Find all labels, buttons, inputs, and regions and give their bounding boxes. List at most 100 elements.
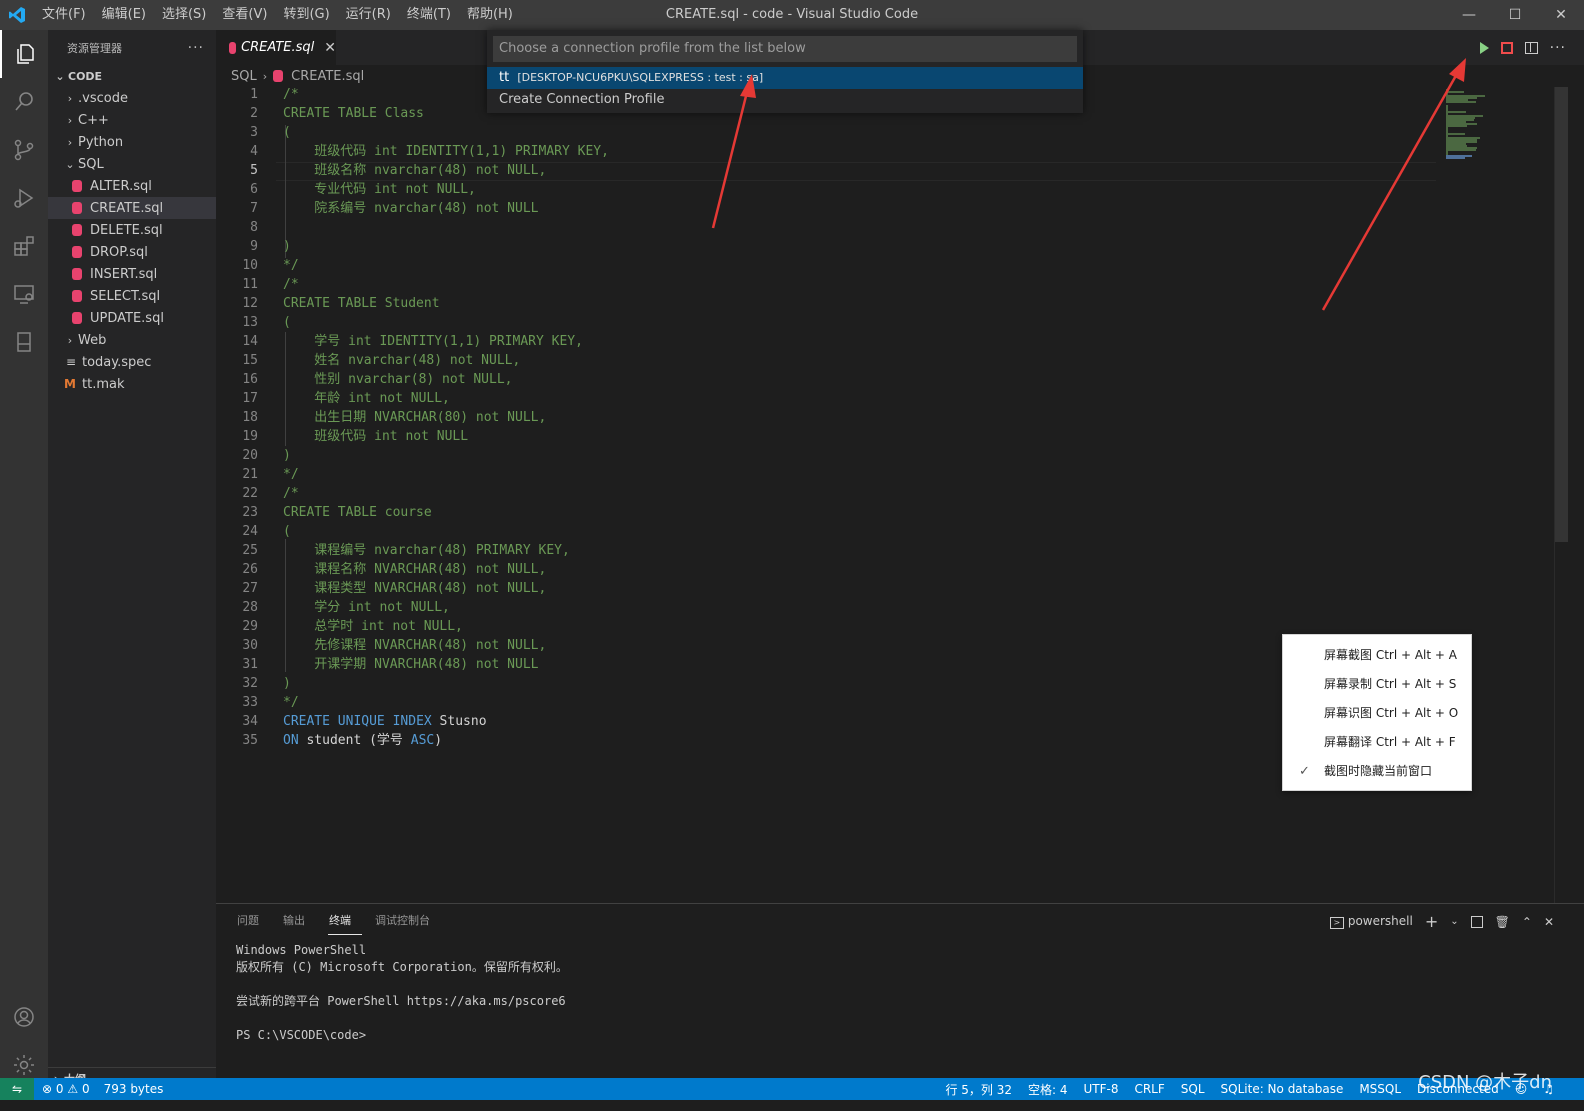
code-line[interactable]: 19 班级代码 int not NULL bbox=[216, 427, 1436, 446]
explorer-icon[interactable] bbox=[0, 30, 48, 78]
close-window-icon[interactable]: ✕ bbox=[1538, 0, 1584, 30]
run-query-icon[interactable] bbox=[1479, 41, 1489, 54]
split-editor-icon[interactable] bbox=[1524, 41, 1538, 54]
code-line[interactable]: 28 学分 int not NULL, bbox=[216, 598, 1436, 617]
language-mode[interactable]: SQL bbox=[1181, 1082, 1205, 1096]
new-terminal-icon[interactable]: + bbox=[1425, 912, 1438, 931]
code-line[interactable]: 10 */ bbox=[216, 256, 1436, 275]
tree-file-tt-mak[interactable]: M tt.mak bbox=[48, 373, 216, 395]
tree-folder-python[interactable]: › Python bbox=[48, 131, 216, 153]
indentation[interactable]: 空格: 4 bbox=[1028, 1081, 1068, 1098]
code-line[interactable]: 4 班级代码 int IDENTITY(1,1) PRIMARY KEY, bbox=[216, 142, 1436, 161]
tab-terminal[interactable]: 终端 bbox=[328, 912, 362, 935]
chevron-down-icon[interactable]: ⌄ bbox=[1450, 916, 1458, 927]
more-actions-icon[interactable]: ··· bbox=[1550, 40, 1566, 56]
code-line[interactable]: 15 姓名 nvarchar(48) not NULL, bbox=[216, 351, 1436, 370]
terminal-selector[interactable]: > powershell bbox=[1329, 914, 1413, 929]
account-icon[interactable] bbox=[0, 993, 48, 1041]
menu-item-screenshot[interactable]: 屏幕截图 Ctrl + Alt + A bbox=[1283, 641, 1473, 670]
code-line[interactable]: 31 开课学期 NVARCHAR(48) not NULL bbox=[216, 655, 1436, 674]
code-line[interactable]: 21 */ bbox=[216, 465, 1436, 484]
run-debug-icon[interactable] bbox=[0, 174, 48, 222]
code-line[interactable]: 17 年龄 int not NULL, bbox=[216, 389, 1436, 408]
code-line[interactable]: 3( bbox=[216, 123, 1436, 142]
code-line[interactable]: 20) bbox=[216, 446, 1436, 465]
code-line[interactable]: 9) bbox=[216, 237, 1436, 256]
code-line[interactable]: 34 CREATE UNIQUE INDEX Stusno bbox=[216, 712, 1436, 731]
tree-file-create[interactable]: CREATE.sql bbox=[48, 197, 216, 219]
tab-output[interactable]: 输出 bbox=[282, 912, 316, 935]
menu-help[interactable]: 帮助(H) bbox=[459, 0, 521, 30]
tab-problems[interactable]: 问题 bbox=[236, 912, 270, 935]
more-actions-icon[interactable]: ··· bbox=[188, 40, 204, 56]
code-line[interactable]: 12 CREATE TABLE Student bbox=[216, 294, 1436, 313]
scrollbar-thumb[interactable] bbox=[1555, 87, 1568, 542]
code-line[interactable]: 26 课程名称 NVARCHAR(48) not NULL, bbox=[216, 560, 1436, 579]
database-icon[interactable] bbox=[0, 318, 48, 366]
code-line[interactable]: 23 CREATE TABLE course bbox=[216, 503, 1436, 522]
menu-go[interactable]: 转到(G) bbox=[275, 0, 337, 30]
breadcrumb-folder[interactable]: SQL bbox=[231, 69, 257, 84]
code-line[interactable]: 5 班级名称 nvarchar(48) not NULL, bbox=[216, 161, 1436, 180]
tree-file-update[interactable]: UPDATE.sql bbox=[48, 307, 216, 329]
menu-run[interactable]: 运行(R) bbox=[338, 0, 399, 30]
menu-edit[interactable]: 编辑(E) bbox=[94, 0, 154, 30]
tree-folder-sql[interactable]: ⌄ SQL bbox=[48, 153, 216, 175]
code-line[interactable]: 24 ( bbox=[216, 522, 1436, 541]
tree-file-delete[interactable]: DELETE.sql bbox=[48, 219, 216, 241]
stop-icon[interactable] bbox=[1500, 41, 1513, 54]
quick-pick-input[interactable]: Choose a connection profile from the lis… bbox=[493, 36, 1077, 62]
menu-item-translate[interactable]: 屏幕翻译 Ctrl + Alt + F bbox=[1283, 728, 1473, 757]
code-line[interactable]: 7 院系编号 nvarchar(48) not NULL bbox=[216, 199, 1436, 218]
extensions-icon[interactable] bbox=[0, 222, 48, 270]
code-line[interactable]: 6 专业代码 int not NULL, bbox=[216, 180, 1436, 199]
code-line[interactable]: 29 总学时 int not NULL, bbox=[216, 617, 1436, 636]
menu-item-hide-window[interactable]: ✓ 截图时隐藏当前窗口 bbox=[1283, 757, 1473, 786]
problems-status[interactable]: ⊗ 0 ⚠ 0 bbox=[42, 1082, 90, 1096]
menu-terminal[interactable]: 终端(T) bbox=[399, 0, 459, 30]
tree-file-today-spec[interactable]: ≡ today.spec bbox=[48, 351, 216, 373]
tree-file-select[interactable]: SELECT.sql bbox=[48, 285, 216, 307]
close-panel-icon[interactable]: ✕ bbox=[1544, 915, 1554, 929]
tree-folder-cpp[interactable]: › C++ bbox=[48, 109, 216, 131]
maximize-panel-icon[interactable]: ⌃ bbox=[1522, 915, 1532, 929]
remote-icon[interactable]: ⇋ bbox=[0, 1078, 34, 1100]
code-line[interactable]: 25 课程编号 nvarchar(48) PRIMARY KEY, bbox=[216, 541, 1436, 560]
line-ending[interactable]: CRLF bbox=[1134, 1082, 1164, 1096]
terminal-prompt[interactable]: PS C:\VSCODE\code> bbox=[236, 1027, 366, 1044]
tree-folder-vscode[interactable]: › .vscode bbox=[48, 87, 216, 109]
code-line[interactable]: 22 /* bbox=[216, 484, 1436, 503]
minimize-icon[interactable]: — bbox=[1446, 0, 1492, 30]
menu-view[interactable]: 查看(V) bbox=[214, 0, 275, 30]
sqlite-status[interactable]: SQLite: No database bbox=[1221, 1082, 1344, 1096]
code-line[interactable]: 13 ( bbox=[216, 313, 1436, 332]
create-connection-profile-item[interactable]: Create Connection Profile bbox=[487, 89, 1083, 111]
maximize-icon[interactable]: ☐ bbox=[1492, 0, 1538, 30]
code-line[interactable]: 30 先修课程 NVARCHAR(48) not NULL, bbox=[216, 636, 1436, 655]
menu-item-recognize[interactable]: 屏幕识图 Ctrl + Alt + O bbox=[1283, 699, 1473, 728]
tab-create-sql[interactable]: CREATE.sql ✕ bbox=[216, 30, 336, 65]
menu-file[interactable]: 文件(F) bbox=[34, 0, 94, 30]
code-line[interactable]: 8 bbox=[216, 218, 1436, 237]
workspace-section[interactable]: ⌄ CODE bbox=[48, 65, 216, 87]
menu-item-record[interactable]: 屏幕录制 Ctrl + Alt + S bbox=[1283, 670, 1473, 699]
code-line[interactable]: 14 学号 int IDENTITY(1,1) PRIMARY KEY, bbox=[216, 332, 1436, 351]
tree-file-insert[interactable]: INSERT.sql bbox=[48, 263, 216, 285]
breadcrumb-file[interactable]: CREATE.sql bbox=[291, 69, 364, 84]
search-icon[interactable] bbox=[0, 78, 48, 126]
menu-selection[interactable]: 选择(S) bbox=[154, 0, 214, 30]
code-line[interactable]: 33 */ bbox=[216, 693, 1436, 712]
code-line[interactable]: 18 出生日期 NVARCHAR(80) not NULL, bbox=[216, 408, 1436, 427]
mssql-status[interactable]: MSSQL bbox=[1359, 1082, 1401, 1096]
tree-file-alter[interactable]: ALTER.sql bbox=[48, 175, 216, 197]
code-line[interactable]: 35 ON student (学号 ASC) bbox=[216, 731, 1436, 750]
code-line[interactable]: 16 性别 nvarchar(8) not NULL, bbox=[216, 370, 1436, 389]
split-terminal-icon[interactable] bbox=[1470, 915, 1483, 928]
tree-file-drop[interactable]: DROP.sql bbox=[48, 241, 216, 263]
close-icon[interactable]: ✕ bbox=[324, 40, 336, 56]
code-line[interactable]: 11 /* bbox=[216, 275, 1436, 294]
connection-profile-item[interactable]: tt [DESKTOP-NCU6PKU\SQLEXPRESS : test : … bbox=[487, 67, 1083, 89]
tab-debug-console[interactable]: 调试控制台 bbox=[374, 912, 441, 935]
encoding[interactable]: UTF-8 bbox=[1083, 1082, 1118, 1096]
source-control-icon[interactable] bbox=[0, 126, 48, 174]
